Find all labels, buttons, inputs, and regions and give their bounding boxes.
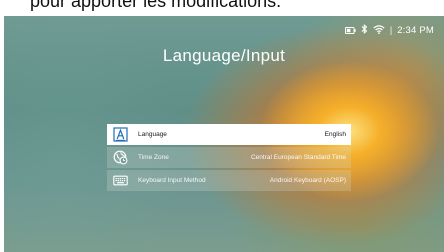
caption-text: pour apporter les modifications. [30,0,282,11]
menu-item-value: Central European Standard Time [250,154,346,161]
language-icon [112,127,128,143]
menu-item-language[interactable]: Language English [107,124,351,145]
battery-icon [344,21,356,39]
bluetooth-icon [361,21,368,39]
page-title: Language/Input [162,46,286,65]
clock-time: 2:34 PM [397,24,434,36]
menu-item-label: Keyboard Input Method [138,177,206,184]
menu-item-label: Language [138,131,167,138]
globe-clock-icon [112,150,128,166]
menu-item-keyboard-input-method[interactable]: Keyboard Input Method Android Keyboard (… [107,170,351,191]
settings-menu: Language English Time Zone Central Europ… [107,124,351,193]
wifi-icon [373,21,385,39]
menu-item-label: Time Zone [138,154,169,161]
status-separator: | [389,25,393,35]
status-bar: | 2:34 PM [344,21,434,39]
settings-screen: | 2:34 PM Language/Input Language Englis… [4,16,444,252]
menu-item-time-zone[interactable]: Time Zone Central European Standard Time [107,147,351,168]
keyboard-icon [112,173,128,189]
caption-text-strip: pour apporter les modifications. [0,0,444,16]
menu-item-value: English [324,131,346,138]
menu-item-value: Android Keyboard (AOSP) [269,177,346,184]
